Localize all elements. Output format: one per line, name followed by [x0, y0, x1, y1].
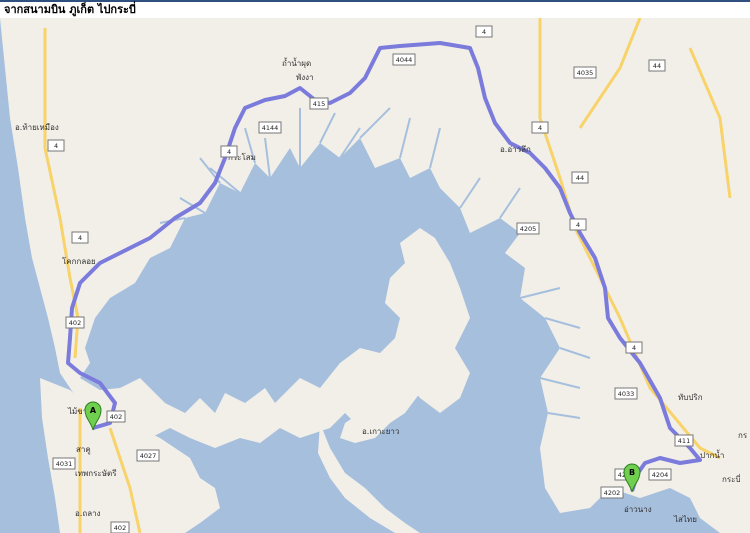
route-shield: 44	[571, 171, 589, 184]
svg-text:4: 4	[227, 148, 231, 156]
place-label-thep-krasattri: เทพกระษัตรี	[75, 469, 117, 478]
route-shield: 4144	[258, 121, 282, 134]
svg-text:402: 402	[114, 524, 126, 532]
svg-text:4027: 4027	[140, 452, 157, 460]
svg-text:402: 402	[69, 319, 81, 327]
map-title-bar: จากสนามบิน ภูเก็ต ไปกระบี่	[0, 0, 750, 18]
route-shield: 411	[674, 434, 694, 447]
route-shield: 402	[65, 316, 85, 329]
route-shield: 4202	[600, 486, 624, 499]
route-shield: 4	[71, 231, 89, 244]
place-label-thai-mueang: อ.ท้ายเหมือง	[15, 123, 59, 132]
route-shield: 4031	[52, 457, 76, 470]
route-shield: 44	[648, 59, 666, 72]
svg-text:415: 415	[313, 100, 325, 108]
place-label-ao-nang: อ่าวนาง	[624, 505, 652, 514]
svg-text:4204: 4204	[652, 471, 669, 479]
svg-text:4: 4	[54, 142, 58, 150]
map-title: จากสนามบิน ภูเก็ต ไปกระบี่	[4, 3, 136, 16]
svg-text:4: 4	[576, 221, 580, 229]
place-label-sakhu: สาคู	[76, 445, 91, 455]
svg-text:4205: 4205	[520, 225, 537, 233]
svg-text:411: 411	[678, 437, 690, 445]
route-shield: 4	[569, 218, 587, 231]
svg-text:4035: 4035	[577, 69, 594, 77]
place-label-ao-luek: อ.อ่าวลึก	[500, 145, 531, 154]
svg-text:4: 4	[482, 28, 486, 36]
route-shield: 4204	[648, 468, 672, 481]
route-shield: 4205	[516, 222, 540, 235]
svg-text:44: 44	[653, 62, 661, 70]
svg-text:4144: 4144	[262, 124, 279, 132]
place-label-krabi: กระบี่	[722, 473, 741, 484]
svg-text:44: 44	[576, 174, 584, 182]
marker-b-label: B	[629, 468, 635, 477]
svg-text:4: 4	[538, 124, 542, 132]
route-shield: 4027	[136, 449, 160, 462]
svg-text:4031: 4031	[56, 460, 73, 468]
route-shield: 402	[110, 521, 130, 533]
route-shield: 4	[47, 139, 65, 152]
route-shield: 415	[309, 97, 329, 110]
place-label-khok-kloi: โคกกลอย	[62, 256, 96, 266]
map-canvas[interactable]: อ.ท้ายเหมือง โคกกลอย ไม้ขาว สาคู เทพกระษ…	[0, 18, 750, 533]
svg-text:4: 4	[632, 344, 636, 352]
svg-text:4033: 4033	[618, 390, 635, 398]
route-shield: 4	[531, 121, 549, 134]
route-shield: 402	[106, 410, 126, 423]
place-label-thalang: อ.ถลาง	[75, 509, 101, 518]
place-label-sai-thai: ไสไทย	[673, 515, 697, 524]
marker-a-label: A	[90, 406, 97, 415]
route-shield: 4035	[573, 66, 597, 79]
place-label-thap-prik: ทับปริก	[678, 393, 703, 402]
route-shield: 4	[475, 25, 493, 38]
route-shield: 4033	[614, 387, 638, 400]
svg-text:4: 4	[78, 234, 82, 242]
place-label-krabi-edge: กร	[738, 431, 748, 440]
place-label-koh-yao: อ.เกาะยาว	[362, 427, 399, 436]
place-label-pak-nam: ปากน้ำ	[700, 449, 724, 460]
route-shield: 4	[625, 341, 643, 354]
place-label-tham-nam-phut: ถ้ำน้ำผุด	[282, 57, 311, 68]
route-shield: 4044	[392, 53, 416, 66]
svg-text:4044: 4044	[396, 56, 413, 64]
svg-text:402: 402	[110, 413, 122, 421]
svg-text:4202: 4202	[604, 489, 621, 497]
route-shield: 4	[220, 145, 238, 158]
place-label-phang-nga: พังงา	[296, 73, 314, 82]
